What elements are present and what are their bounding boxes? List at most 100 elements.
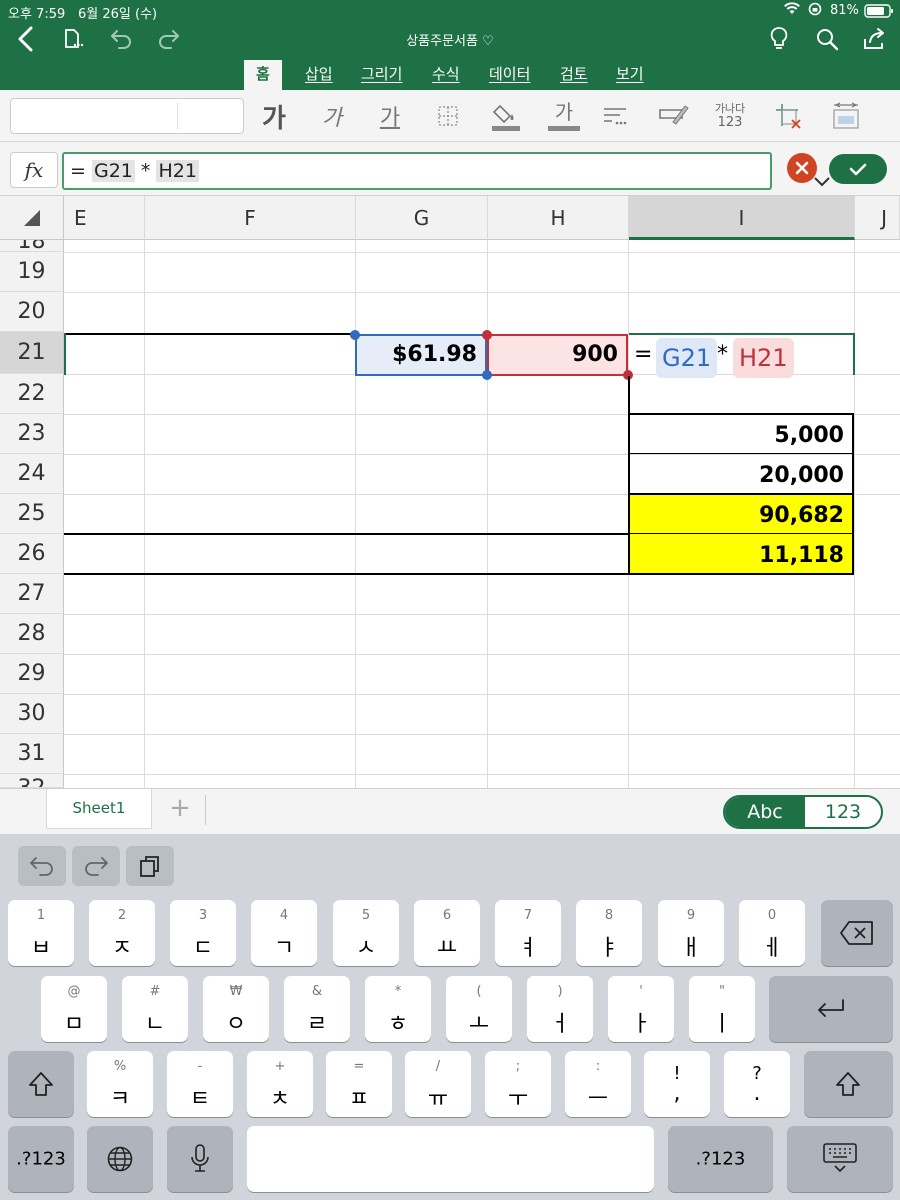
- column-header-f[interactable]: F: [145, 196, 356, 240]
- key-h[interactable]: * ㅎ: [365, 976, 431, 1042]
- cell-i26-value[interactable]: 11,118: [629, 543, 854, 568]
- lightbulb-icon[interactable]: [764, 24, 794, 54]
- key-ae[interactable]: 9ㅐ: [658, 900, 724, 966]
- tab-home[interactable]: 홈: [244, 60, 282, 90]
- key-eo[interactable]: ) ㅓ: [527, 976, 593, 1042]
- numbers-key-right[interactable]: .?123: [668, 1126, 773, 1192]
- key-d[interactable]: 3ㄷ: [170, 900, 236, 966]
- key-n[interactable]: # ㄴ: [122, 976, 188, 1042]
- formula-input[interactable]: = G21 * H21: [62, 152, 830, 190]
- row-header-18[interactable]: 18: [0, 240, 64, 252]
- shift-key-right[interactable]: [804, 1051, 893, 1117]
- back-icon[interactable]: [10, 24, 40, 54]
- key-b[interactable]: 1ㅂ: [8, 900, 74, 966]
- cell-i21-ref-g21[interactable]: G21: [656, 338, 718, 378]
- shift-key-left[interactable]: [8, 1051, 74, 1117]
- key-k[interactable]: % ㅋ: [87, 1051, 153, 1117]
- key-ng[interactable]: ₩ ㅇ: [203, 976, 269, 1042]
- backspace-key[interactable]: [821, 900, 893, 966]
- space-key[interactable]: [247, 1126, 654, 1192]
- selection-handle[interactable]: [350, 330, 360, 340]
- format-painter-icon[interactable]: [654, 96, 694, 136]
- key-u[interactable]: ; ㅜ: [485, 1051, 551, 1117]
- row-header-29[interactable]: 29: [0, 654, 64, 694]
- tab-review[interactable]: 검토: [560, 60, 588, 90]
- key-comma[interactable]: !,: [644, 1051, 710, 1117]
- tab-view[interactable]: 보기: [616, 60, 644, 90]
- row-header-23[interactable]: 23: [0, 414, 64, 454]
- key-i[interactable]: " ㅣ: [689, 976, 755, 1042]
- number-format-button[interactable]: 가나다 123: [710, 96, 750, 136]
- key-o[interactable]: (ㅗ: [446, 976, 512, 1042]
- toggle-abc[interactable]: Abc: [725, 797, 805, 827]
- key-a[interactable]: ' ㅏ: [608, 976, 674, 1042]
- column-header-g[interactable]: G: [356, 196, 488, 240]
- key-m[interactable]: @ ㅁ: [41, 976, 107, 1042]
- align-icon[interactable]: [596, 96, 636, 136]
- key-period[interactable]: ?.: [724, 1051, 790, 1117]
- cell-i25-value[interactable]: 90,682: [629, 503, 854, 528]
- select-all-corner[interactable]: [0, 196, 64, 240]
- column-header-j[interactable]: J: [855, 196, 900, 240]
- key-s[interactable]: 5ㅅ: [333, 900, 399, 966]
- document-title[interactable]: 상품주문서폼 ♡: [300, 30, 600, 49]
- italic-button[interactable]: 가: [312, 96, 352, 136]
- row-header-21[interactable]: 21: [0, 332, 64, 374]
- row-header-30[interactable]: 30: [0, 694, 64, 734]
- row-header-24[interactable]: 24: [0, 454, 64, 494]
- search-icon[interactable]: [812, 24, 842, 54]
- dictation-key[interactable]: [167, 1126, 233, 1192]
- share-icon[interactable]: [860, 24, 890, 54]
- borders-icon[interactable]: [428, 96, 468, 136]
- row-header-27[interactable]: 27: [0, 574, 64, 614]
- underline-button[interactable]: 가: [370, 96, 410, 136]
- key-g[interactable]: 4ㄱ: [251, 900, 317, 966]
- key-r[interactable]: & ㄹ: [284, 976, 350, 1042]
- cell-i24-value[interactable]: 20,000: [629, 463, 854, 488]
- bold-button[interactable]: 가: [254, 96, 294, 136]
- key-e[interactable]: 0ㅔ: [739, 900, 805, 966]
- row-header-20[interactable]: 20: [0, 292, 64, 332]
- spreadsheet-grid[interactable]: E F G H I J 18 19 20 21 22 23 24 25 26 2…: [0, 196, 900, 788]
- row-header-26[interactable]: 26: [0, 534, 64, 574]
- key-p[interactable]: = ㅍ: [326, 1051, 392, 1117]
- dismiss-keyboard-key[interactable]: [787, 1126, 893, 1192]
- key-yeo[interactable]: 7ㅕ: [495, 900, 561, 966]
- font-name-box[interactable]: [10, 98, 244, 134]
- key-t[interactable]: -ㅌ: [167, 1051, 233, 1117]
- row-header-32[interactable]: 32: [0, 774, 64, 788]
- cell-i21-ref-h21[interactable]: H21: [733, 338, 794, 378]
- key-eu[interactable]: :ㅡ: [565, 1051, 631, 1117]
- function-button[interactable]: fx: [10, 152, 58, 188]
- tab-data[interactable]: 데이터: [489, 60, 530, 90]
- file-menu-icon[interactable]: [58, 24, 88, 54]
- row-header-19[interactable]: 19: [0, 252, 64, 292]
- return-key[interactable]: [769, 976, 893, 1042]
- redo-icon[interactable]: [154, 24, 184, 54]
- selection-handle[interactable]: [482, 370, 492, 380]
- key-ya[interactable]: 8ㅑ: [576, 900, 642, 966]
- insert-delete-cells-icon[interactable]: [768, 96, 808, 136]
- numbers-key-left[interactable]: .?123: [8, 1126, 74, 1192]
- column-header-i[interactable]: I: [629, 196, 855, 240]
- row-header-22[interactable]: 22: [0, 374, 64, 414]
- sheet-tab-sheet1[interactable]: Sheet1: [46, 789, 152, 829]
- row-header-31[interactable]: 31: [0, 734, 64, 774]
- confirm-formula-button[interactable]: [829, 154, 887, 184]
- fill-color-icon[interactable]: [486, 96, 526, 136]
- tab-formulas[interactable]: 수식: [432, 60, 460, 90]
- keyboard-paste-icon[interactable]: [126, 846, 174, 886]
- row-header-28[interactable]: 28: [0, 614, 64, 654]
- keyboard-undo-icon[interactable]: [18, 846, 66, 886]
- tab-draw[interactable]: 그리기: [361, 60, 402, 90]
- key-yo[interactable]: 6ㅛ: [414, 900, 480, 966]
- cancel-formula-button[interactable]: [787, 153, 817, 183]
- row-header-25[interactable]: 25: [0, 494, 64, 534]
- tab-insert[interactable]: 삽입: [305, 60, 333, 90]
- add-sheet-button[interactable]: +: [160, 793, 200, 825]
- toggle-123[interactable]: 123: [805, 797, 881, 827]
- key-j[interactable]: 2ㅈ: [89, 900, 155, 966]
- column-header-e[interactable]: E: [64, 196, 145, 240]
- undo-icon[interactable]: [106, 24, 136, 54]
- keyboard-redo-icon[interactable]: [72, 846, 120, 886]
